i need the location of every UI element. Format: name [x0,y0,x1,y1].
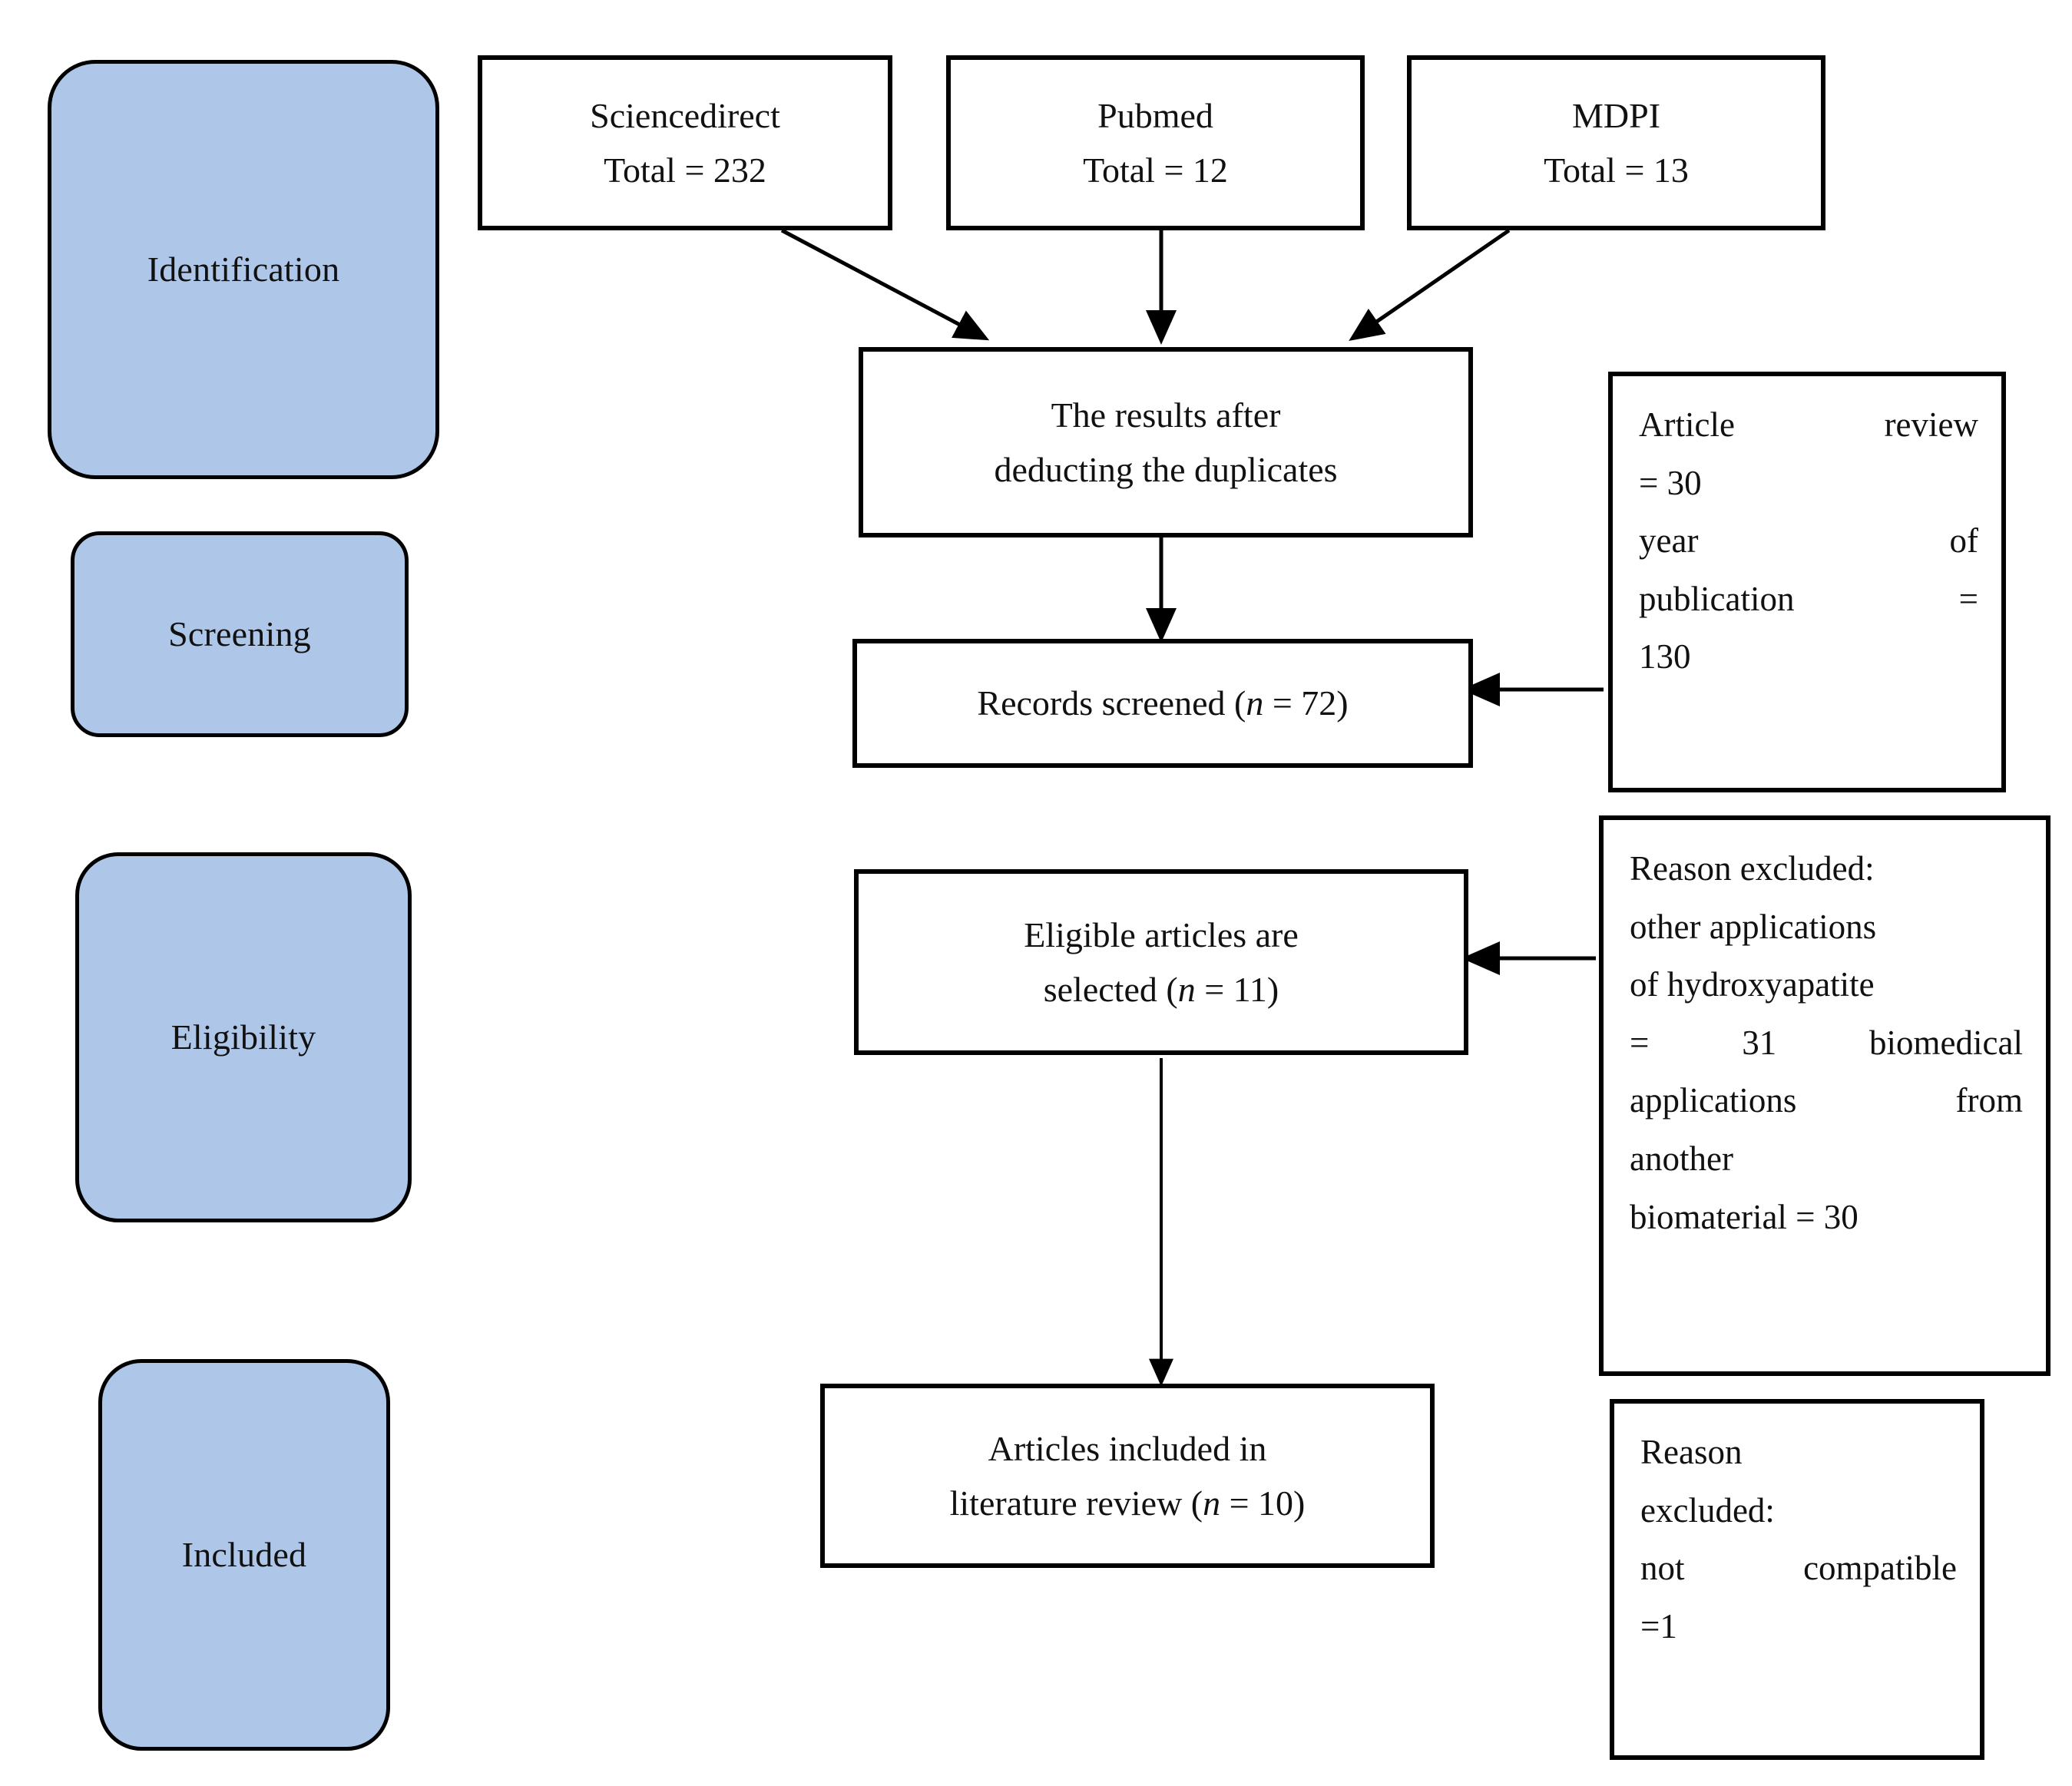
source-sciencedirect-name: Sciencedirect [590,95,780,135]
included-note-line-1: Reason [1640,1424,1957,1482]
source-mdpi-total: Total = 13 [1544,150,1689,190]
process-box-eligible-articles: Eligible articles are selected (n = 11) [854,869,1468,1055]
note-word: 31 [1742,1023,1777,1062]
screening-note-line-5: 130 [1639,628,1978,686]
dedup-line-2: deducting the duplicates [994,450,1338,489]
included-line-2: literature review (n = 10) [950,1476,1306,1530]
stage-identification: Identification [48,60,439,479]
note-word: another [1630,1139,1733,1178]
screening-note-line-1: Article review [1639,396,1978,455]
stage-screening-label: Screening [168,614,311,653]
source-box-pubmed: Pubmed Total = 12 [946,55,1365,230]
source-box-sciencedirect: Sciencedirect Total = 232 [478,55,892,230]
note-word: compatible [1803,1549,1957,1588]
note-word: applications [1630,1081,1797,1120]
screening-note-line-3: year of [1639,512,1978,571]
note-word: from [1955,1081,2023,1120]
stage-eligibility: Eligibility [75,852,412,1222]
arrow-sciencedirect-to-dedup [780,228,990,341]
eligible-prefix: selected ( [1043,970,1178,1009]
included-note-line-4: =1 [1640,1598,1957,1656]
included-line-1: Articles included in [988,1428,1267,1468]
source-box-mdpi: MDPI Total = 13 [1407,55,1825,230]
note-word: = [1958,579,1978,618]
stage-included: Included [98,1359,390,1751]
records-screened-prefix: Records screened ( [977,683,1246,723]
included-n-symbol: n [1203,1483,1221,1523]
eligibility-note-line-4: = 31 biomedical [1630,1014,2023,1073]
dedup-line-1: The results after [1051,395,1281,435]
process-box-articles-included: Articles included in literature review (… [820,1384,1435,1568]
screening-note-line-4: publication = [1639,571,1978,629]
stage-included-label: Included [181,1534,307,1574]
screening-note-line-2: = 30 [1639,455,1978,513]
eligibility-note-line-3: of hydroxyapatite [1630,956,2023,1014]
note-word: = 30 [1639,463,1702,502]
included-suffix: = 10) [1220,1483,1306,1523]
eligibility-note-line-2: other applications [1630,898,2023,957]
process-box-records-screened: Records screened (n = 72) [852,639,1473,768]
note-word: biomaterial = 30 [1630,1197,1859,1236]
note-word: of [1949,521,1979,561]
note-word: biomedical [1869,1023,2023,1062]
records-screened-suffix: = 72) [1263,683,1349,723]
process-box-deduplication: The results after deducting the duplicat… [859,347,1473,537]
source-pubmed-name: Pubmed [1097,95,1213,135]
eligible-line-1: Eligible articles are [1024,914,1299,954]
note-word: review [1884,405,1978,444]
note-word: = [1630,1023,1650,1062]
note-word: 130 [1639,637,1691,676]
included-prefix: literature review ( [949,1483,1203,1523]
eligibility-note-line-1: Reason excluded: [1630,840,2023,898]
note-word: Reason [1640,1433,1743,1471]
exclusion-note-screening: Article review = 30 year of publication … [1608,372,2006,792]
eligible-n-symbol: n [1177,970,1196,1009]
eligible-line-2: selected (n = 11) [1044,962,1279,1017]
note-word: year [1639,521,1699,561]
prisma-flow-diagram: Identification Screening Eligibility Inc… [0,0,2072,1786]
note-word: excluded: [1640,1490,1775,1530]
source-mdpi-name: MDPI [1571,95,1661,135]
note-word: Reason excluded: [1630,849,1875,888]
included-note-line-3: not compatible [1640,1540,1957,1598]
stage-eligibility-label: Eligibility [170,1017,316,1057]
stage-identification-label: Identification [147,249,340,289]
note-word: Article [1639,405,1735,444]
eligibility-note-line-6: another [1630,1130,2023,1189]
note-word: not [1640,1549,1685,1588]
exclusion-note-included: Reason excluded: not compatible =1 [1610,1399,1984,1760]
stage-screening: Screening [71,531,409,737]
note-word: =1 [1640,1606,1677,1645]
records-screened-text: Records screened (n = 72) [977,676,1348,730]
note-word: other applications [1630,907,1877,946]
eligibility-note-line-7: biomaterial = 30 [1630,1189,2023,1247]
eligibility-note-line-5: applications from [1630,1072,2023,1130]
included-note-line-2: excluded: [1640,1482,1957,1540]
arrow-mdpi-to-dedup [1349,228,1511,341]
records-screened-n-symbol: n [1246,683,1264,723]
note-word: of hydroxyapatite [1630,965,1875,1004]
eligible-suffix: = 11) [1195,970,1279,1009]
source-pubmed-total: Total = 12 [1083,150,1228,190]
exclusion-note-eligibility: Reason excluded: other applications of h… [1599,815,2050,1376]
source-sciencedirect-total: Total = 232 [604,150,766,190]
note-word: publication [1639,579,1795,618]
